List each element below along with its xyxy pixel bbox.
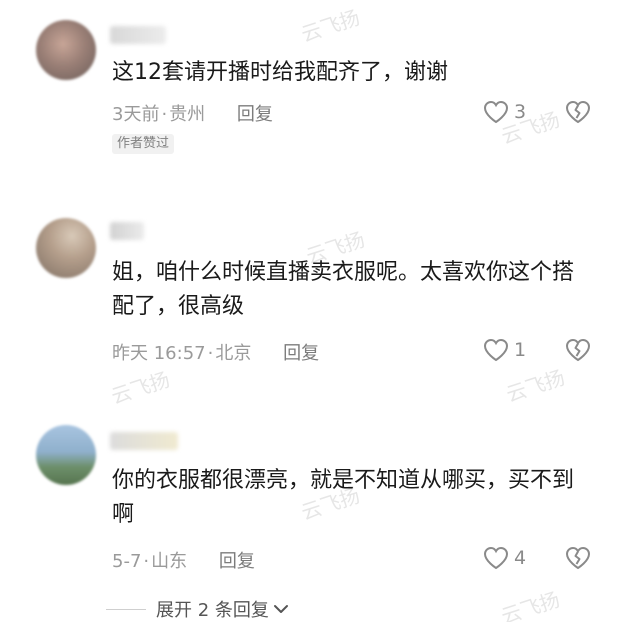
meta-separator: ·: [161, 104, 168, 125]
comment-text: 这12套请开播时给我配齐了，谢谢: [112, 60, 448, 85]
watermark: 云飞扬: [498, 587, 563, 622]
watermark: 云飞扬: [108, 367, 173, 409]
comment-list: 云飞扬 云飞扬 云飞扬 云飞扬 云飞扬 云飞扬 云飞扬 这12套请开播时给我配齐…: [0, 0, 630, 622]
avatar[interactable]: [36, 20, 96, 80]
comment-time: 3天前: [112, 104, 160, 125]
heart-outline-icon: [483, 100, 509, 124]
comment-time: 昨天 16:57: [112, 343, 206, 364]
like-button[interactable]: 1: [482, 337, 526, 363]
comment-time: 5-7: [112, 551, 142, 572]
broken-heart-icon: [565, 100, 591, 124]
reply-button[interactable]: 回复: [237, 100, 273, 126]
expand-replies-button[interactable]: 展开 2 条回复: [106, 596, 289, 622]
watermark: 云飞扬: [298, 5, 363, 47]
comment-meta: 3天前 · 贵州 回复: [112, 100, 273, 126]
comment-meta: 昨天 16:57 · 北京 回复: [112, 339, 319, 365]
meta-separator: ·: [143, 551, 150, 572]
like-count: 1: [514, 339, 527, 361]
username-blurred[interactable]: [110, 26, 166, 44]
watermark: 云飞扬: [503, 365, 568, 407]
broken-heart-icon: [565, 546, 591, 570]
comment-location: 北京: [215, 343, 252, 364]
like-count: 3: [514, 101, 527, 123]
reply-button[interactable]: 回复: [283, 339, 319, 365]
author-liked-badge: 作者赞过: [112, 134, 175, 154]
divider: [106, 608, 146, 610]
avatar[interactable]: [36, 425, 96, 485]
heart-outline-icon: [483, 338, 509, 362]
like-button[interactable]: 3: [482, 99, 526, 125]
like-count: 4: [514, 547, 527, 569]
reply-button[interactable]: 回复: [219, 547, 255, 573]
comment-text: 姐，咱什么时候直播卖衣服呢。太喜欢你这个搭配了，很高级: [112, 260, 575, 319]
expand-replies-label: 展开 2 条回复: [156, 600, 269, 621]
comment-location: 山东: [151, 551, 188, 572]
dislike-button[interactable]: [564, 99, 592, 129]
comment-meta: 5-7 · 山东 回复: [112, 547, 255, 573]
dislike-button[interactable]: [564, 337, 592, 367]
meta-separator: ·: [207, 343, 214, 364]
heart-outline-icon: [483, 546, 509, 570]
broken-heart-icon: [565, 338, 591, 362]
comment-text: 你的衣服都很漂亮，就是不知道从哪买，买不到啊: [112, 468, 575, 527]
avatar[interactable]: [36, 218, 96, 278]
chevron-down-icon: [273, 605, 288, 613]
username-blurred[interactable]: [110, 222, 144, 240]
username-blurred[interactable]: [110, 432, 178, 450]
like-button[interactable]: 4: [482, 545, 526, 571]
comment-location: 贵州: [169, 104, 206, 125]
dislike-button[interactable]: [564, 545, 592, 575]
